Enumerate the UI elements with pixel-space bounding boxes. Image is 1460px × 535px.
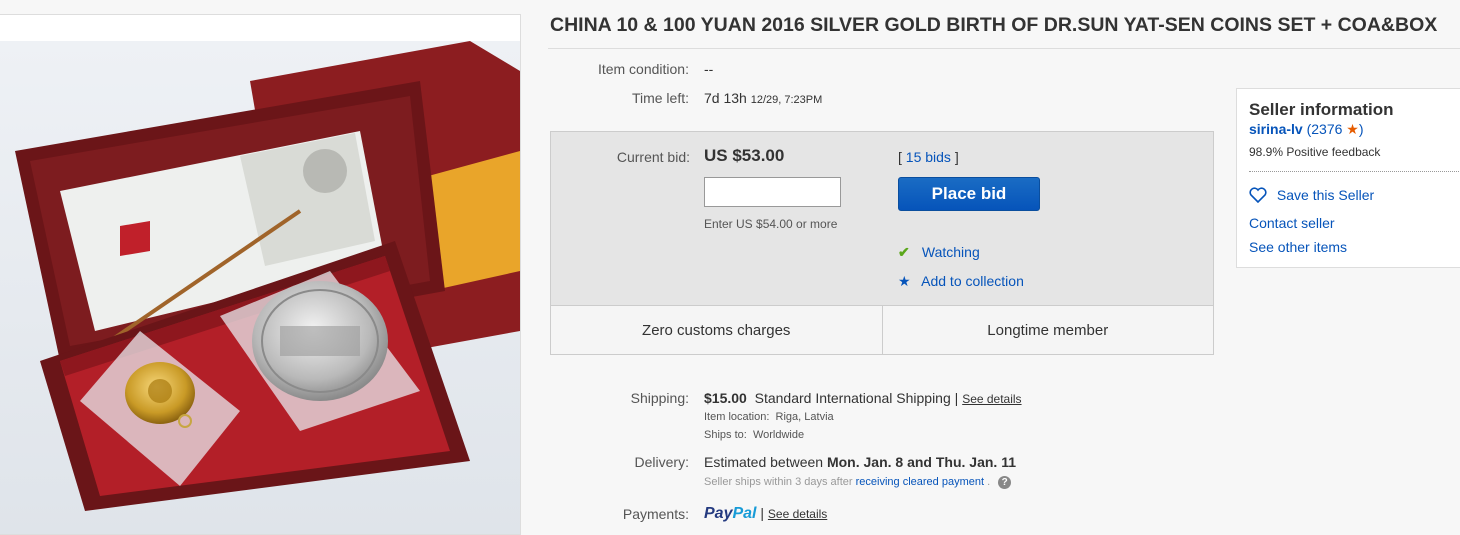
item-title: CHINA 10 & 100 YUAN 2016 SILVER GOLD BIR…	[550, 14, 1438, 36]
delivery-range: Mon. Jan. 8 and Thu. Jan. 11	[826, 454, 1017, 470]
watching-row[interactable]: ✔ Watching	[898, 244, 980, 261]
positive-feedback: 98.9% Positive feedback	[1249, 145, 1381, 159]
seller-name-row: sirina-lv (2376 ★)	[1249, 121, 1364, 138]
bid-hint: Enter US $54.00 or more	[704, 217, 838, 231]
seller-name-link[interactable]: sirina-lv	[1249, 121, 1303, 137]
badge-longtime-member: Longtime member	[881, 306, 1214, 354]
bid-amount-input[interactable]	[704, 177, 841, 207]
seller-info-heading: Seller information	[1249, 100, 1394, 119]
payments-label: Payments:	[622, 506, 689, 522]
seller-divider	[1249, 171, 1460, 172]
delivery-note: Seller ships within 3 days after receivi…	[704, 476, 1012, 489]
add-collection-row[interactable]: ★ Add to collection	[898, 273, 1024, 290]
bid-count: [ 15 bids ]	[898, 149, 959, 165]
place-bid-button[interactable]: Place bid	[898, 177, 1040, 211]
shipping-see-details-link[interactable]: See details	[962, 392, 1021, 406]
item-condition-value: --	[704, 61, 714, 77]
current-bid-label: Current bid:	[616, 149, 690, 165]
watching-link[interactable]: Watching	[922, 244, 980, 260]
paypal-logo: PayPal	[704, 505, 757, 522]
time-left-end: 12/29, 7:23PM	[750, 94, 823, 106]
time-left-duration: 7d 13h	[704, 90, 747, 106]
help-icon[interactable]: ?	[998, 476, 1012, 489]
payments-see-details-link[interactable]: See details	[768, 507, 827, 521]
product-image-panel[interactable]	[0, 14, 521, 535]
time-left-label: Time left:	[631, 90, 689, 106]
shipping-cost: $15.00	[704, 390, 747, 406]
see-other-items-link[interactable]: See other items	[1249, 239, 1347, 255]
item-location: Item location: Riga, Latvia	[704, 411, 834, 423]
seller-info-panel: Seller information sirina-lv (2376 ★) 98…	[1236, 88, 1460, 268]
title-divider	[548, 48, 1460, 49]
product-photo[interactable]	[0, 41, 520, 534]
cleared-payment-link[interactable]: receiving cleared payment	[856, 476, 984, 488]
check-icon: ✔	[898, 244, 910, 260]
contact-seller-link[interactable]: Contact seller	[1249, 215, 1335, 231]
heart-icon	[1249, 187, 1267, 204]
save-seller-link[interactable]: Save this Seller	[1277, 187, 1374, 203]
seller-score-link[interactable]: (2376 ★)	[1307, 121, 1364, 137]
badge-zero-customs: Zero customs charges	[642, 321, 791, 339]
save-seller-row[interactable]: Save this Seller	[1249, 187, 1374, 204]
payments-row: PayPal | See details	[704, 505, 828, 522]
add-to-collection-link[interactable]: Add to collection	[921, 273, 1024, 289]
shipping-label: Shipping:	[630, 390, 689, 406]
ships-to: Ships to: Worldwide	[704, 429, 805, 441]
delivery-estimate: Estimated between Mon. Jan. 8 and Thu. J…	[704, 454, 1017, 470]
current-bid-price: US $53.00	[704, 146, 785, 165]
star-icon: ★	[898, 273, 911, 289]
time-left-value: 7d 13h 12/29, 7:23PM	[704, 90, 822, 106]
shipping-method: Standard International Shipping	[754, 390, 951, 406]
shipping-row: $15.00 Standard International Shipping |…	[704, 390, 1022, 406]
seller-badges: Zero customs charges Longtime member	[551, 305, 1213, 354]
bid-count-link[interactable]: 15 bids	[906, 149, 951, 165]
item-condition-label: Item condition:	[597, 61, 689, 77]
rating-star-icon: ★	[1342, 121, 1359, 137]
delivery-label: Delivery:	[634, 454, 689, 470]
bid-box: Current bid: US $53.00 [ 15 bids ] Enter…	[550, 131, 1214, 355]
